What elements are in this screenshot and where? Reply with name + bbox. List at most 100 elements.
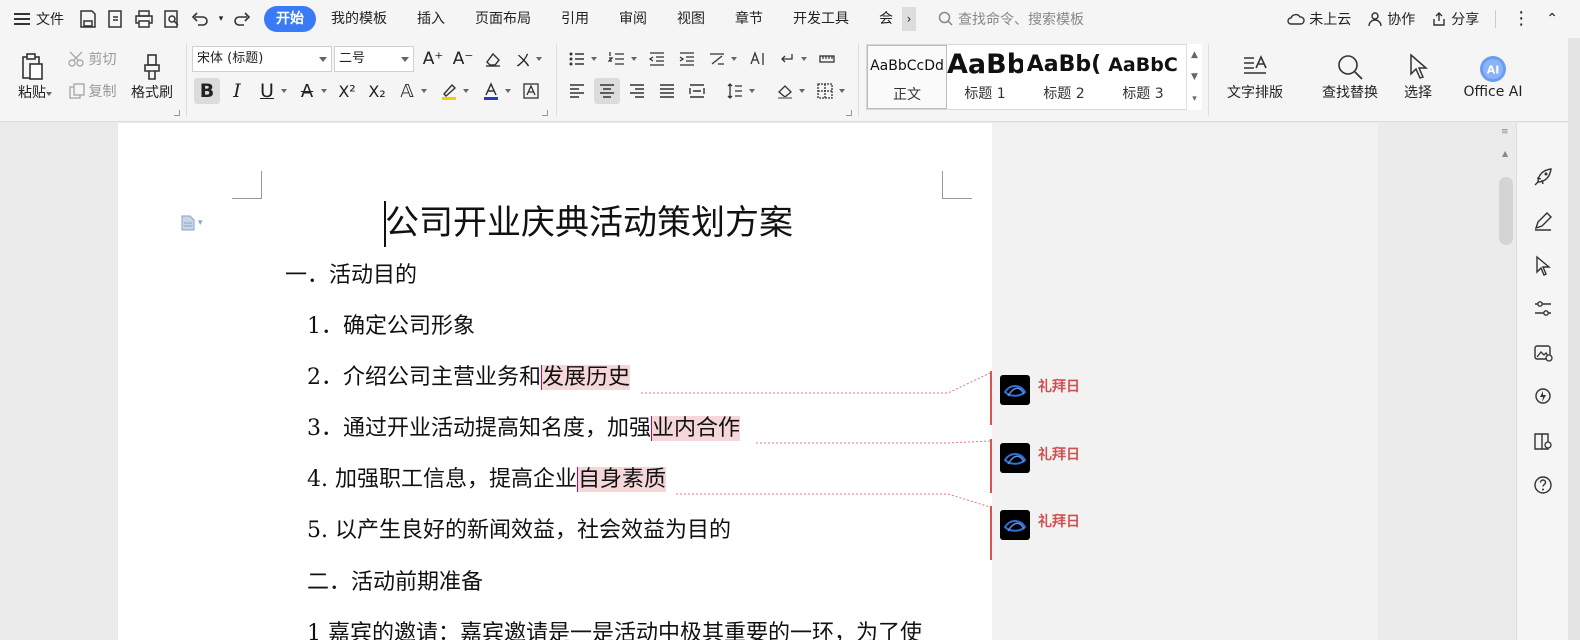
help-icon[interactable]	[1531, 473, 1555, 497]
font-color-dropdown-icon[interactable]	[505, 89, 511, 93]
pointer-icon[interactable]	[1531, 253, 1555, 277]
superscript-button[interactable]: X²	[334, 78, 360, 104]
decrease-indent-icon[interactable]	[644, 46, 670, 72]
office-ai-button[interactable]: AI Office AI	[1456, 44, 1530, 110]
cloud-status[interactable]: 未上云	[1287, 9, 1351, 29]
commented-text[interactable]: 自身素质	[576, 467, 666, 492]
chevron-up-icon[interactable]: ▲	[1191, 50, 1198, 60]
underline-dropdown-icon[interactable]	[281, 89, 287, 93]
subscript-button[interactable]: X₂	[364, 78, 390, 104]
styles-scroll[interactable]: ▲ ▼ ▾	[1186, 44, 1202, 110]
comment-card[interactable]: 礼拜日	[990, 506, 1110, 560]
comment-card[interactable]: 礼拜日	[990, 371, 1110, 425]
sliders-icon[interactable]	[1531, 297, 1555, 321]
numbering-dropdown-icon[interactable]	[631, 57, 637, 61]
text-direction-icon[interactable]	[704, 46, 730, 72]
show-marks-icon[interactable]	[774, 46, 800, 72]
doc-line[interactable]: 3．通过开业活动提高知名度，加强业内合作	[307, 412, 741, 446]
comment-card[interactable]: 礼拜日	[990, 439, 1110, 493]
chevron-down-icon[interactable]: ▼	[1191, 72, 1198, 82]
sort-icon[interactable]	[744, 46, 770, 72]
select-button[interactable]: 选择	[1394, 44, 1442, 110]
phonetic-dropdown-icon[interactable]	[536, 57, 542, 61]
borders-icon[interactable]	[812, 78, 838, 104]
tab-ruler-icon[interactable]	[814, 46, 840, 72]
decrease-font-size-button[interactable]: A⁻	[450, 46, 476, 72]
undo-dropdown-icon[interactable]: ▾	[216, 7, 226, 31]
share-button[interactable]: 分享	[1431, 9, 1479, 29]
font-size-select[interactable]: 二号	[334, 46, 414, 72]
increase-font-size-button[interactable]: A⁺	[420, 46, 446, 72]
doc-line[interactable]: 一．活动目的	[285, 259, 417, 293]
style-heading-1[interactable]: AaBb 标题 1	[947, 45, 1023, 109]
scrollbar-thumb[interactable]	[1499, 177, 1513, 245]
italic-button[interactable]: I	[224, 78, 250, 104]
ruler-toggle-icon[interactable]: ≡	[1501, 127, 1509, 137]
tab-references[interactable]: 引用	[546, 6, 604, 32]
phonetic-guide-icon[interactable]: ㄨ	[510, 46, 536, 72]
doc-line[interactable]: 二．活动前期准备	[307, 566, 483, 600]
tab-sections[interactable]: 章节	[720, 6, 778, 32]
text-effect-button[interactable]: 𝔸	[394, 78, 420, 104]
paragraph-dialog-launcher[interactable]	[846, 110, 852, 116]
document-title[interactable]: 公司开业庆典活动策划方案	[385, 199, 793, 247]
collapse-ribbon-icon[interactable]: ⌃	[1546, 11, 1558, 27]
expand-styles-icon[interactable]: ▾	[1192, 94, 1197, 104]
character-border-button[interactable]	[518, 78, 544, 104]
tab-insert[interactable]: 插入	[402, 6, 460, 32]
justify-icon[interactable]	[654, 78, 680, 104]
copy-button[interactable]: 复制	[62, 78, 122, 104]
file-menu[interactable]: 文件	[0, 0, 74, 38]
chevron-up-icon[interactable]: ▲	[1502, 149, 1508, 158]
command-search[interactable]: 查找命令、搜索模板	[938, 9, 1208, 29]
tab-review[interactable]: 审阅	[604, 6, 662, 32]
print-icon[interactable]	[132, 7, 156, 31]
format-painter-button[interactable]: 格式刷	[126, 44, 178, 110]
book-icon[interactable]	[1531, 429, 1555, 453]
tab-view[interactable]: 视图	[662, 6, 720, 32]
style-normal[interactable]: AaBbCcDd 正文	[867, 45, 947, 109]
font-name-select[interactable]: 宋体 (标题)	[192, 46, 332, 72]
image-edit-icon[interactable]	[1531, 341, 1555, 365]
underline-button[interactable]: U	[254, 78, 280, 104]
numbered-list-icon[interactable]	[604, 46, 630, 72]
paste-button[interactable]: 粘贴	[8, 44, 56, 110]
strikethrough-button[interactable]: A	[294, 78, 320, 104]
distribute-icon[interactable]	[684, 78, 710, 104]
paste-dropdown-icon[interactable]	[46, 92, 52, 96]
bullet-list-icon[interactable]	[564, 46, 590, 72]
font-color-button[interactable]	[478, 78, 504, 104]
doc-line[interactable]: 1．确定公司形象	[307, 310, 475, 344]
line-spacing-icon[interactable]	[722, 78, 748, 104]
print-preview-icon[interactable]	[160, 7, 184, 31]
text-direction-dropdown-icon[interactable]	[731, 57, 737, 61]
cut-button[interactable]: 剪切	[62, 46, 122, 72]
doc-line[interactable]: 4. 加强职工信息，提高企业自身素质	[307, 463, 666, 497]
save-icon[interactable]	[76, 7, 100, 31]
collaborate-button[interactable]: 协作	[1367, 9, 1415, 29]
show-marks-dropdown-icon[interactable]	[801, 57, 807, 61]
tab-my-templates[interactable]: 我的模板	[316, 6, 402, 32]
clear-format-icon[interactable]	[480, 46, 506, 72]
style-heading-2[interactable]: AaBb( 标题 2	[1025, 45, 1103, 109]
align-center-icon[interactable]	[594, 78, 620, 104]
rocket-icon[interactable]	[1531, 165, 1555, 189]
pen-icon[interactable]	[1531, 209, 1555, 233]
align-right-icon[interactable]	[624, 78, 650, 104]
tab-developer[interactable]: 开发工具	[778, 6, 864, 32]
text-effect-dropdown-icon[interactable]	[421, 89, 427, 93]
bullet-dropdown-icon[interactable]	[591, 57, 597, 61]
doc-line[interactable]: 2．介绍公司主营业务和发展历史	[307, 361, 631, 395]
redo-icon[interactable]	[230, 7, 254, 31]
strikethrough-dropdown-icon[interactable]	[321, 89, 327, 93]
tab-home[interactable]: 开始	[264, 6, 316, 32]
location-icon[interactable]	[1531, 385, 1555, 409]
font-dialog-launcher[interactable]	[542, 110, 548, 116]
tab-page-layout[interactable]: 页面布局	[460, 6, 546, 32]
commented-text[interactable]: 发展历史	[541, 365, 631, 390]
more-options-icon[interactable]: ⋮	[1512, 10, 1530, 28]
doc-line[interactable]: 5. 以产生良好的新闻效益，社会效益为目的	[307, 514, 731, 548]
style-heading-3[interactable]: AaBbC 标题 3	[1105, 45, 1181, 109]
bold-button[interactable]: B	[194, 78, 220, 104]
vertical-scrollbar[interactable]: ≡ ▲	[1496, 123, 1516, 640]
